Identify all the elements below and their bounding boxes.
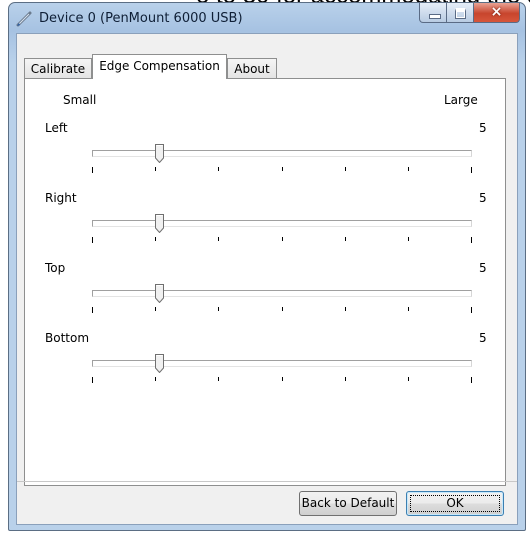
slider-right-value: 5 <box>479 191 487 205</box>
slider-left-label: Left <box>45 121 68 135</box>
minimize-icon <box>429 14 441 19</box>
scale-small-label: Small <box>63 93 97 107</box>
dialog-window: Device 0 (PenMount 6000 USB) × Calibrate… <box>8 2 526 531</box>
slider-thumb[interactable] <box>155 214 164 233</box>
edge-compensation-panel: Small Large Left 5 Right 5 Top 5 Bottom … <box>24 78 506 486</box>
slider-right-label: Right <box>45 191 77 205</box>
maximize-button[interactable] <box>447 3 474 23</box>
footer-separator <box>17 481 517 482</box>
slider-track[interactable] <box>92 220 472 227</box>
dialog-client-area: Calibrate Edge Compensation About Small … <box>16 33 518 525</box>
close-button[interactable]: × <box>474 3 520 23</box>
slider-thumb[interactable] <box>155 354 164 373</box>
slider-track[interactable] <box>92 360 472 367</box>
back-to-default-button[interactable]: Back to Default <box>299 491 397 516</box>
minimize-button[interactable] <box>419 3 447 23</box>
slider-ticks <box>92 167 472 173</box>
maximize-icon <box>455 8 466 19</box>
pen-icon <box>16 11 32 27</box>
slider-thumb[interactable] <box>155 144 164 163</box>
slider-left-value: 5 <box>479 121 487 135</box>
slider-top-label: Top <box>45 261 66 275</box>
slider-top-value: 5 <box>479 261 487 275</box>
close-icon: × <box>490 4 503 20</box>
slider-bottom-label: Bottom <box>45 331 90 345</box>
tab-edge-compensation[interactable]: Edge Compensation <box>92 54 227 79</box>
slider-ticks <box>92 307 472 313</box>
slider-thumb[interactable] <box>155 284 164 303</box>
slider-ticks <box>92 237 472 243</box>
scale-large-label: Large <box>444 93 478 107</box>
tab-about[interactable]: About <box>227 58 277 78</box>
slider-bottom-value: 5 <box>479 331 487 345</box>
window-title: Device 0 (PenMount 6000 USB) <box>39 11 243 26</box>
slider-track[interactable] <box>92 290 472 297</box>
tab-calibrate[interactable]: Calibrate <box>24 58 92 78</box>
title-bar[interactable]: Device 0 (PenMount 6000 USB) × <box>9 3 525 33</box>
slider-ticks <box>92 377 472 383</box>
slider-track[interactable] <box>92 150 472 157</box>
ok-button[interactable]: OK <box>406 491 504 516</box>
